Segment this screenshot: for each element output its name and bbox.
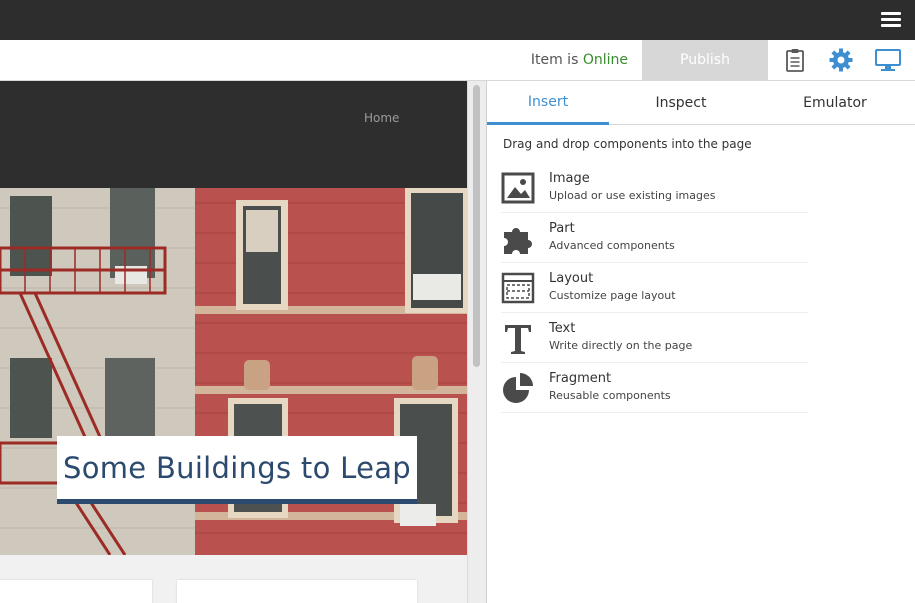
component-title: Image bbox=[549, 171, 590, 186]
top-bar bbox=[0, 0, 915, 40]
toolbar: Item is Online Publish bbox=[0, 40, 915, 81]
tab-inspect[interactable]: Inspect bbox=[619, 81, 743, 125]
item-status: Item is Online bbox=[531, 52, 628, 68]
preview-scrollbar[interactable] bbox=[467, 81, 486, 603]
component-desc: Write directly on the page bbox=[549, 339, 693, 352]
gear-icon[interactable] bbox=[829, 48, 853, 72]
hero-caption-text: Some Buildings to Leap bbox=[62, 450, 412, 485]
clipboard-icon[interactable] bbox=[783, 48, 807, 72]
component-image[interactable]: Image Upload or use existing images bbox=[501, 163, 808, 213]
hero-image[interactable]: Some Buildings to Leap bbox=[0, 188, 467, 555]
context-panel: Insert Inspect Emulator Drag and drop co… bbox=[486, 81, 915, 603]
tab-insert[interactable]: Insert bbox=[487, 81, 609, 125]
component-fragment[interactable]: Fragment Reusable components bbox=[501, 363, 808, 413]
publish-button[interactable]: Publish bbox=[642, 40, 768, 80]
panel-hint: Drag and drop components into the page bbox=[503, 137, 752, 151]
layout-icon bbox=[501, 271, 535, 305]
component-desc: Advanced components bbox=[549, 239, 675, 252]
hero-caption: Some Buildings to Leap bbox=[57, 436, 417, 504]
panel-tabs: Insert Inspect Emulator bbox=[487, 81, 915, 125]
content-card bbox=[0, 580, 152, 603]
preview-nav-home[interactable]: Home bbox=[364, 111, 399, 125]
page-preview[interactable]: Home Some Buildings to Leap bbox=[0, 81, 467, 603]
component-title: Fragment bbox=[549, 371, 612, 386]
component-desc: Reusable components bbox=[549, 389, 671, 402]
desktop-monitor-icon[interactable] bbox=[874, 48, 902, 72]
content-card bbox=[177, 580, 417, 603]
hamburger-menu-icon[interactable] bbox=[881, 12, 901, 28]
component-desc: Upload or use existing images bbox=[549, 189, 716, 202]
status-online: Online bbox=[582, 52, 628, 68]
component-layout[interactable]: Layout Customize page layout bbox=[501, 263, 808, 313]
image-icon bbox=[501, 171, 535, 205]
tab-emulator[interactable]: Emulator bbox=[772, 81, 898, 125]
component-text[interactable]: Text Write directly on the page bbox=[501, 313, 808, 363]
component-title: Part bbox=[549, 221, 575, 236]
puzzle-icon bbox=[501, 221, 535, 255]
scrollbar-thumb[interactable] bbox=[473, 85, 480, 367]
status-prefix: Item is bbox=[530, 52, 579, 68]
preview-site-header: Home bbox=[0, 81, 467, 188]
component-title: Text bbox=[549, 321, 576, 336]
component-desc: Customize page layout bbox=[549, 289, 676, 302]
component-title: Layout bbox=[549, 271, 594, 286]
pie-fragment-icon bbox=[501, 371, 535, 405]
component-part[interactable]: Part Advanced components bbox=[501, 213, 808, 263]
text-icon bbox=[501, 321, 535, 355]
